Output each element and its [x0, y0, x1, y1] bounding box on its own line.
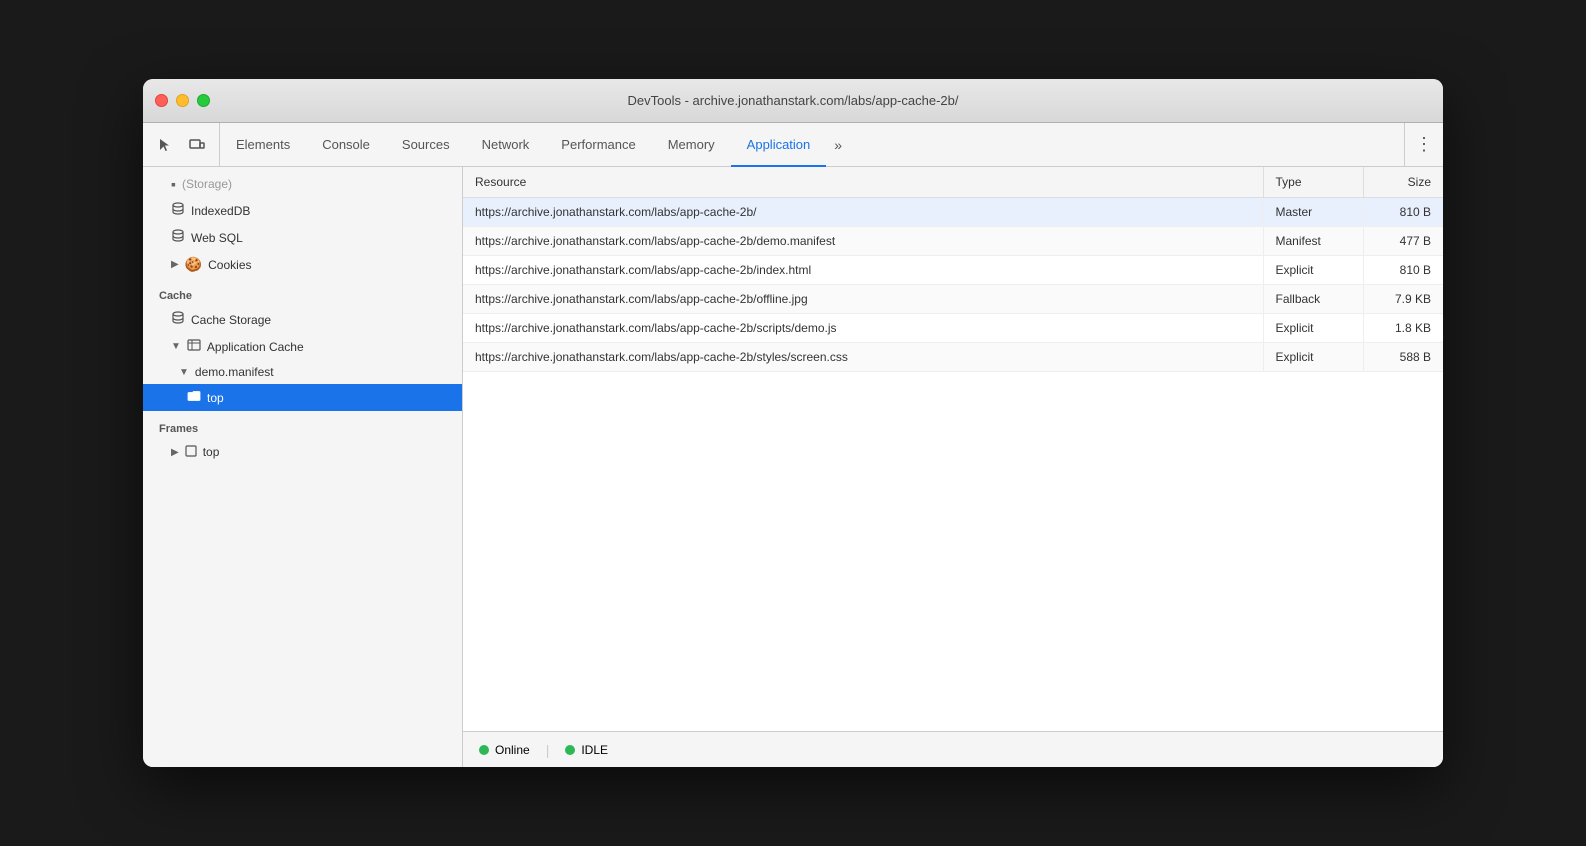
cache-storage-icon: [171, 311, 185, 328]
more-tabs-button[interactable]: »: [826, 123, 850, 166]
demo-manifest-arrow: ▼: [179, 367, 189, 378]
online-label: Online: [495, 743, 530, 757]
size-cell: 477 B: [1363, 227, 1443, 256]
sidebar-item-demo-manifest[interactable]: ▼ demo.manifest: [143, 360, 462, 384]
tab-elements[interactable]: Elements: [220, 124, 306, 167]
main-panel: Resource Type Size https://archive.jonat…: [463, 167, 1443, 767]
table-row[interactable]: https://archive.jonathanstark.com/labs/a…: [463, 198, 1443, 227]
resource-cell: https://archive.jonathanstark.com/labs/a…: [463, 256, 1263, 285]
tab-performance[interactable]: Performance: [545, 124, 651, 167]
app-cache-icon: [187, 338, 201, 355]
cookies-icon: 🍪: [185, 256, 202, 273]
storage-faded-icon: ▪: [171, 176, 176, 192]
type-cell: Master: [1263, 198, 1363, 227]
table-row[interactable]: https://archive.jonathanstark.com/labs/a…: [463, 314, 1443, 343]
indexeddb-icon: [171, 202, 185, 219]
sidebar-item-top-frame[interactable]: ▶ top: [143, 439, 462, 465]
table-row[interactable]: https://archive.jonathanstark.com/labs/a…: [463, 285, 1443, 314]
maximize-button[interactable]: [197, 94, 210, 107]
resources-table: Resource Type Size https://archive.jonat…: [463, 167, 1443, 372]
responsive-icon-button[interactable]: [183, 131, 211, 159]
size-cell: 1.8 KB: [1363, 314, 1443, 343]
menu-button[interactable]: ⋮: [1404, 123, 1443, 166]
size-column-header: Size: [1363, 167, 1443, 198]
sidebar-item-faded-storage[interactable]: ▪ (Storage): [143, 171, 462, 197]
sidebar-item-websql[interactable]: Web SQL: [143, 224, 462, 251]
top-frame-icon: [185, 444, 197, 460]
cursor-icon-button[interactable]: [151, 131, 179, 159]
idle-indicator: IDLE: [565, 743, 608, 757]
status-bar: Online | IDLE: [463, 731, 1443, 767]
tab-console[interactable]: Console: [306, 124, 386, 167]
window-title: DevTools - archive.jonathanstark.com/lab…: [628, 93, 959, 108]
top-frame-label: top: [203, 445, 220, 459]
frames-section-label: Frames: [143, 411, 462, 439]
resource-cell: https://archive.jonathanstark.com/labs/a…: [463, 198, 1263, 227]
sidebar-item-cache-storage[interactable]: Cache Storage: [143, 306, 462, 333]
tab-sources[interactable]: Sources: [386, 124, 466, 167]
online-indicator: Online: [479, 743, 530, 757]
type-column-header: Type: [1263, 167, 1363, 198]
size-cell: 810 B: [1363, 256, 1443, 285]
type-cell: Explicit: [1263, 256, 1363, 285]
devtools-window: DevTools - archive.jonathanstark.com/lab…: [143, 79, 1443, 767]
close-button[interactable]: [155, 94, 168, 107]
resource-column-header: Resource: [463, 167, 1263, 198]
cookies-arrow: ▶: [171, 259, 179, 270]
tab-memory[interactable]: Memory: [652, 124, 731, 167]
tab-network[interactable]: Network: [466, 124, 546, 167]
main-content: ▪ (Storage) IndexedDB: [143, 167, 1443, 767]
toolbar-tabs: Elements Console Sources Network Perform…: [220, 123, 1404, 166]
sidebar-item-cookies[interactable]: ▶ 🍪 Cookies: [143, 251, 462, 278]
titlebar: DevTools - archive.jonathanstark.com/lab…: [143, 79, 1443, 123]
minimize-button[interactable]: [176, 94, 189, 107]
size-cell: 810 B: [1363, 198, 1443, 227]
cookies-label: Cookies: [208, 258, 251, 272]
websql-label: Web SQL: [191, 231, 243, 245]
type-cell: Manifest: [1263, 227, 1363, 256]
resource-cell: https://archive.jonathanstark.com/labs/a…: [463, 343, 1263, 372]
resource-cell: https://archive.jonathanstark.com/labs/a…: [463, 314, 1263, 343]
size-cell: 588 B: [1363, 343, 1443, 372]
sidebar-item-app-cache[interactable]: ▼ Application Cache: [143, 333, 462, 360]
top-frame-arrow: ▶: [171, 447, 179, 458]
type-cell: Explicit: [1263, 343, 1363, 372]
websql-icon: [171, 229, 185, 246]
resource-cell: https://archive.jonathanstark.com/labs/a…: [463, 227, 1263, 256]
top-cache-label: top: [207, 391, 224, 405]
cache-storage-label: Cache Storage: [191, 313, 271, 327]
size-cell: 7.9 KB: [1363, 285, 1443, 314]
status-separator: |: [546, 742, 550, 758]
sidebar-item-top-cache[interactable]: top: [143, 384, 462, 411]
traffic-lights: [155, 94, 210, 107]
online-dot: [479, 745, 489, 755]
toolbar: Elements Console Sources Network Perform…: [143, 123, 1443, 167]
table-row[interactable]: https://archive.jonathanstark.com/labs/a…: [463, 227, 1443, 256]
idle-dot: [565, 745, 575, 755]
idle-label: IDLE: [581, 743, 608, 757]
app-cache-label: Application Cache: [207, 340, 304, 354]
type-cell: Fallback: [1263, 285, 1363, 314]
resource-cell: https://archive.jonathanstark.com/labs/a…: [463, 285, 1263, 314]
sidebar-item-indexeddb[interactable]: IndexedDB: [143, 197, 462, 224]
table-container: Resource Type Size https://archive.jonat…: [463, 167, 1443, 731]
cache-section-label: Cache: [143, 278, 462, 306]
table-row[interactable]: https://archive.jonathanstark.com/labs/a…: [463, 343, 1443, 372]
demo-manifest-label: demo.manifest: [195, 365, 274, 379]
app-cache-arrow: ▼: [171, 341, 181, 352]
indexeddb-label: IndexedDB: [191, 204, 250, 218]
table-row[interactable]: https://archive.jonathanstark.com/labs/a…: [463, 256, 1443, 285]
sidebar: ▪ (Storage) IndexedDB: [143, 167, 463, 767]
type-cell: Explicit: [1263, 314, 1363, 343]
top-cache-icon: [187, 389, 201, 406]
tab-application[interactable]: Application: [731, 124, 827, 167]
toolbar-left: [143, 123, 220, 166]
